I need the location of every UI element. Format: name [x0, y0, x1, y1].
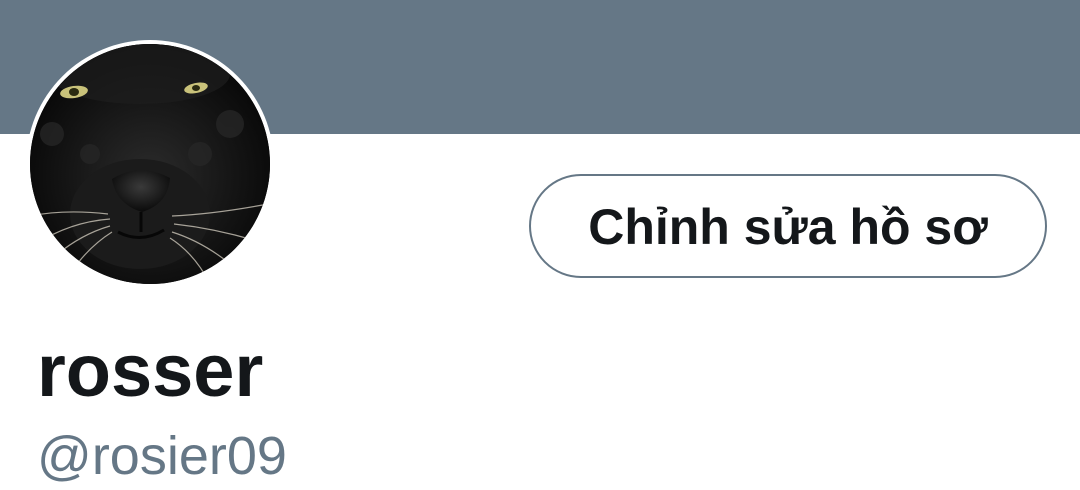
display-name: rosser: [37, 329, 264, 412]
black-panther-avatar-icon: [30, 44, 270, 284]
username-handle: @rosier09: [37, 426, 287, 486]
edit-profile-button[interactable]: Chỉnh sửa hồ sơ: [529, 174, 1047, 278]
avatar[interactable]: [30, 44, 270, 284]
